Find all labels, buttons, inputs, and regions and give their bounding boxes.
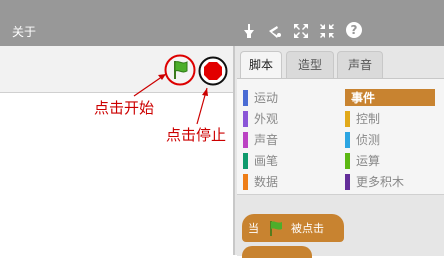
stop-button[interactable]	[198, 56, 228, 86]
category-label: 侦测	[356, 133, 381, 147]
category-color-swatch	[243, 131, 248, 148]
green-flag-icon	[270, 221, 282, 236]
category-label: 事件	[351, 91, 376, 105]
category-label: 更多积木	[356, 175, 405, 189]
category-label: 控制	[356, 112, 381, 126]
category-color-swatch	[345, 152, 350, 169]
category-left-0[interactable]: 运动	[243, 89, 278, 106]
annotation-start: 点击开始	[94, 99, 155, 117]
category-label: 运动	[254, 91, 279, 105]
block-clicked-label: 被点击	[291, 222, 324, 235]
category-color-swatch	[345, 173, 350, 190]
about-menu[interactable]: 关于	[12, 24, 36, 40]
duplicate-icon[interactable]	[240, 22, 258, 40]
category-left-4[interactable]: 数据	[243, 173, 278, 190]
green-flag-button[interactable]	[164, 54, 196, 86]
category-label: 数据	[254, 175, 279, 189]
category-label: 运算	[356, 154, 381, 168]
category-right-4[interactable]: 更多积木	[345, 173, 404, 190]
tab-sounds[interactable]: 声音	[337, 51, 383, 78]
category-left-2[interactable]: 声音	[243, 131, 278, 148]
next-hat-block[interactable]	[242, 246, 312, 258]
category-right-2[interactable]: 侦测	[345, 131, 380, 148]
category-label: 声音	[254, 133, 279, 147]
category-label: 画笔	[254, 154, 279, 168]
cut-icon[interactable]	[266, 22, 284, 40]
annotation-stop: 点击停止	[166, 126, 227, 144]
category-right-3[interactable]: 运算	[345, 152, 380, 169]
category-color-swatch	[345, 131, 350, 148]
shrink-icon[interactable]	[318, 22, 336, 40]
top-menu-bar: 关于	[0, 0, 444, 46]
stage-toolbar	[240, 22, 336, 40]
category-label: 外观	[254, 112, 279, 126]
category-color-swatch	[243, 89, 248, 106]
category-color-swatch	[243, 110, 248, 127]
category-left-1[interactable]: 外观	[243, 110, 278, 127]
help-icon[interactable]: ?	[346, 22, 362, 38]
category-right-0[interactable]: 事件	[345, 89, 435, 106]
category-color-swatch	[345, 110, 350, 127]
category-color-swatch	[243, 173, 248, 190]
tab-costumes[interactable]: 造型	[286, 51, 334, 78]
when-flag-clicked-block[interactable]: 当 被点击	[242, 214, 344, 242]
tab-scripts[interactable]: 脚本	[240, 51, 282, 80]
category-left-3[interactable]: 画笔	[243, 152, 278, 169]
block-when-label: 当	[248, 222, 259, 235]
grow-icon[interactable]	[292, 22, 310, 40]
category-right-1[interactable]: 控制	[345, 110, 380, 127]
category-color-swatch	[243, 152, 248, 169]
